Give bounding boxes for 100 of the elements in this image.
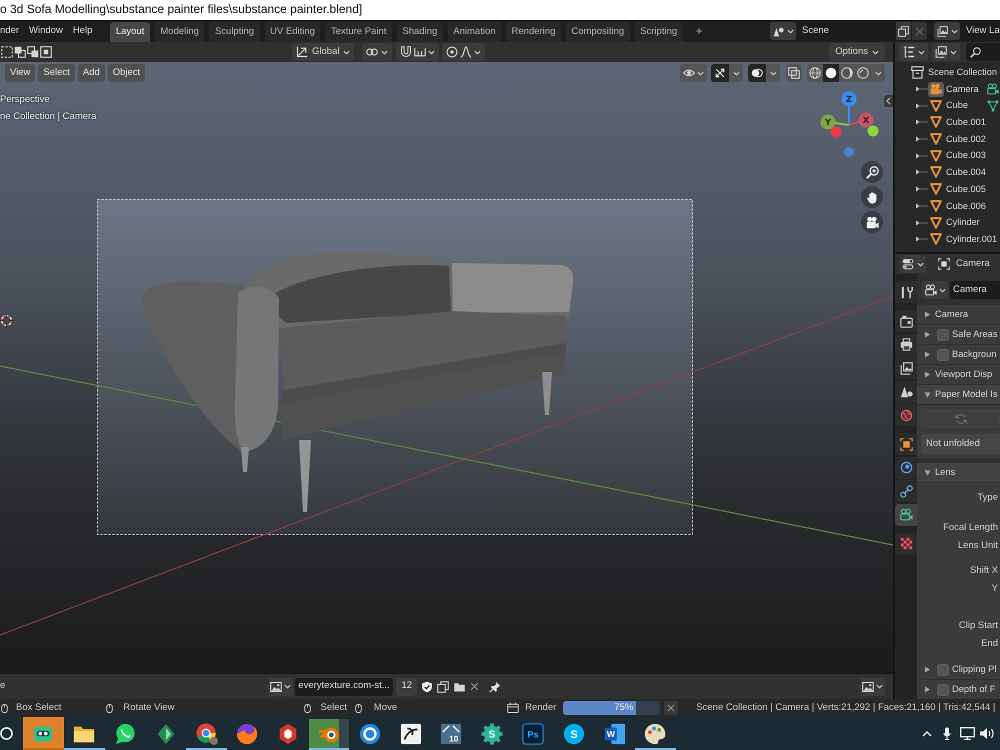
image-name-field[interactable]: everytexture.com-st... xyxy=(295,678,394,696)
camera-view-button[interactable] xyxy=(861,211,883,233)
workspace-tab[interactable]: Compositing xyxy=(566,22,630,42)
folder-icon[interactable] xyxy=(453,680,466,692)
menu-item[interactable]: nder xyxy=(0,22,24,40)
object-name[interactable]: Cylinder xyxy=(946,217,980,228)
expand-arrow-icon[interactable] xyxy=(916,85,928,94)
workspace-tab[interactable]: Sculpting xyxy=(209,22,260,42)
triangle-vertices-icon[interactable] xyxy=(987,100,999,112)
negative-x-handle[interactable] xyxy=(830,126,842,138)
microphone-icon[interactable] xyxy=(943,727,951,740)
expand-arrow-icon[interactable] xyxy=(916,185,928,194)
taskbar-button[interactable]: Ps xyxy=(512,717,554,750)
z-axis-handle[interactable]: Z xyxy=(842,92,856,125)
speaker-icon[interactable] xyxy=(979,727,995,740)
properties-tab[interactable] xyxy=(895,310,917,332)
zoom-button[interactable] xyxy=(861,161,883,183)
negative-z-handle[interactable] xyxy=(844,147,854,157)
workspace-tab[interactable]: UV Editing xyxy=(264,22,320,42)
object-name[interactable]: Cube.001 xyxy=(946,117,986,128)
shield-check-icon[interactable] xyxy=(421,680,434,692)
panel-header[interactable]: Viewport Disp xyxy=(917,365,1000,384)
panel-header[interactable]: Camera xyxy=(917,305,1000,324)
camera-outline-icon[interactable] xyxy=(987,83,999,96)
workspace-tab[interactable]: Animation xyxy=(448,22,502,42)
pin-icon[interactable] xyxy=(489,680,502,692)
object-name[interactable]: Cube.005 xyxy=(946,184,986,194)
menu-item[interactable]: Help xyxy=(68,22,98,40)
expand-arrow-icon[interactable] xyxy=(916,152,928,160)
object-name[interactable]: Cube.002 xyxy=(946,134,986,144)
viewport-menu[interactable]: Select xyxy=(38,64,75,82)
xray-toggle[interactable] xyxy=(786,64,802,82)
panel-checkbox[interactable] xyxy=(937,328,949,340)
viewport-menu[interactable]: View xyxy=(5,64,36,82)
visibility-dropdown[interactable] xyxy=(680,64,707,82)
properties-tab[interactable] xyxy=(895,404,917,426)
selection-mode-icon[interactable] xyxy=(14,46,26,58)
expand-arrow-icon[interactable] xyxy=(916,202,928,210)
search-field[interactable] xyxy=(966,43,1000,61)
snap-dropdown[interactable] xyxy=(396,43,440,61)
monitor-icon[interactable] xyxy=(960,727,975,740)
workspace-tab[interactable]: Rendering xyxy=(506,22,561,42)
close-icon[interactable] xyxy=(470,682,480,691)
properties-tab[interactable] xyxy=(895,380,917,402)
shading-dropdown[interactable] xyxy=(871,64,885,82)
workspace-tab[interactable]: Modeling xyxy=(154,22,204,42)
expand-arrow-icon[interactable] xyxy=(916,118,928,126)
orientation-dropdown[interactable]: Global xyxy=(292,43,354,61)
menu-item[interactable]: Window xyxy=(24,22,68,40)
view-layer-dropdown[interactable] xyxy=(934,22,960,40)
expand-arrow-icon[interactable] xyxy=(916,218,928,227)
properties-tab[interactable] xyxy=(895,532,917,554)
collection-name[interactable]: Scene Collection xyxy=(928,67,997,78)
add-workspace-button[interactable]: + xyxy=(690,22,708,42)
workspace-tab[interactable]: Texture Paint xyxy=(325,22,392,42)
expand-arrow-icon[interactable] xyxy=(916,235,928,244)
datablock-field[interactable]: Camera xyxy=(950,281,1000,299)
selection-mode-icon[interactable] xyxy=(40,46,52,58)
properties-tab[interactable] xyxy=(895,334,917,356)
object-name[interactable]: Cube.006 xyxy=(946,200,986,212)
display-mode-dropdown[interactable] xyxy=(899,43,928,61)
duplicate-icon[interactable] xyxy=(437,680,450,692)
panel-checkbox[interactable] xyxy=(937,684,949,696)
scene-dropdown[interactable] xyxy=(770,22,796,40)
workspace-tab[interactable]: Scripting xyxy=(634,22,683,42)
expand-arrow-icon[interactable] xyxy=(916,135,928,144)
duplicate-scene-button[interactable] xyxy=(896,22,911,40)
options-dropdown[interactable]: Options xyxy=(829,43,885,61)
chevron-up-icon[interactable] xyxy=(922,730,932,736)
object-name[interactable]: Camera xyxy=(946,84,979,94)
properties-tab[interactable] xyxy=(895,480,917,502)
filter-dropdown[interactable] xyxy=(932,43,960,61)
panel-header[interactable]: Lens xyxy=(917,463,1000,482)
properties-tab[interactable] xyxy=(895,456,917,478)
properties-tab[interactable] xyxy=(895,504,917,526)
panel-header[interactable]: Paper Model Is xyxy=(917,385,1000,404)
editor-type-dropdown[interactable] xyxy=(900,255,926,273)
taskbar-button[interactable]: W xyxy=(594,717,635,750)
panel-header[interactable]: Clipping Pl xyxy=(917,660,1000,679)
panel-checkbox[interactable] xyxy=(937,348,949,360)
taskbar-button[interactable] xyxy=(308,717,350,750)
gizmo-toggle[interactable] xyxy=(711,64,729,82)
taskbar-button[interactable]: 10 xyxy=(430,717,472,750)
viewport-menu[interactable]: Object xyxy=(108,64,146,82)
properties-tab[interactable] xyxy=(895,357,917,379)
workspace-tab[interactable]: Layout xyxy=(110,22,150,42)
pan-button[interactable] xyxy=(861,186,883,208)
viewport-menu[interactable]: Add xyxy=(78,64,105,82)
panel-checkbox[interactable] xyxy=(937,664,949,676)
editor-type-dropdown[interactable] xyxy=(268,678,294,696)
properties-tab[interactable] xyxy=(895,281,917,303)
shading-mode-button[interactable] xyxy=(823,64,839,82)
panel-header[interactable]: Safe Areas xyxy=(917,325,1000,344)
panel-header[interactable]: Depth of F xyxy=(917,680,1000,699)
panel-header[interactable]: Backgroun xyxy=(917,345,1000,364)
negative-y-handle[interactable] xyxy=(868,126,878,136)
view-dropdown[interactable] xyxy=(860,678,885,696)
user-count-field[interactable]: 12 xyxy=(396,678,418,696)
datablock-dropdown[interactable] xyxy=(922,281,948,299)
pivot-dropdown[interactable] xyxy=(362,43,392,61)
